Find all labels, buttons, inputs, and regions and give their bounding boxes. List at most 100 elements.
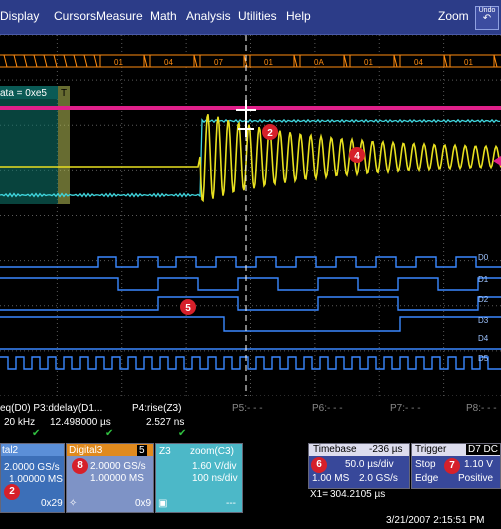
bus-value: 0A (314, 58, 324, 67)
digital2-badge: 2 (4, 484, 20, 500)
digital2-depth: 1.00000 MS (9, 474, 63, 485)
digital2-rate: 2.0000 GS/s (4, 462, 60, 473)
bus-value: 01 (364, 58, 373, 67)
digital3-tag: 5 (137, 445, 147, 456)
measure-val2: 12.498000 µs (50, 417, 111, 428)
zoom-title2: zoom(C3) (190, 446, 234, 457)
menu-help[interactable]: Help (286, 9, 311, 23)
status-bar: 3/21/2007 2:15:51 PM (0, 513, 501, 529)
bus-edge (13, 54, 18, 68)
svg-text:2: 2 (267, 128, 273, 139)
digital3-icon: ✧ (69, 498, 78, 509)
search-region (0, 86, 58, 204)
digital2-foot: 0x29 (41, 498, 63, 509)
timebase-rate: 2.0 GS/s (359, 473, 398, 484)
measure-p7[interactable]: P7:- - - (390, 403, 421, 414)
measure-row1-p4[interactable]: P4:rise(Z3) (132, 403, 181, 414)
t-marker: T (61, 88, 67, 99)
trigger-tag: D7 DC (466, 444, 501, 455)
measure-val1: 20 kHz (4, 417, 36, 428)
digital3-rate: 2.0000 GS/s (90, 461, 146, 472)
svg-text:5: 5 (185, 303, 191, 314)
zoom-icon: ▣ (158, 498, 168, 509)
cursor-x1-label: X1= (310, 489, 329, 500)
svg-text:4: 4 (354, 151, 360, 162)
zoom-tdiv: 100 ns/div (192, 473, 238, 484)
menu-measure[interactable]: Measure (96, 9, 143, 23)
bus-edge (73, 54, 78, 68)
undo-icon: ↶ (482, 13, 492, 24)
menu-zoom[interactable]: Zoom (438, 9, 469, 23)
trigger-type: Edge (415, 473, 439, 484)
measurement-panel: eq(D0) P3:ddelay(D1... P4:rise(Z3) P5:- … (0, 396, 501, 442)
marker-4-badge: 4 (349, 147, 365, 163)
bus-value: 07 (214, 58, 223, 67)
menu-bar: Display Cursors Measure Math Analysis Ut… (0, 0, 501, 35)
digital-trace (0, 256, 501, 268)
bus-edge (3, 54, 8, 68)
digital-label: D2 (478, 295, 489, 304)
bus-value: 04 (414, 58, 423, 67)
undo-button[interactable]: Undo ↶ (475, 6, 499, 30)
measure-row1-left[interactable]: eq(D0) P3:ddelay(D1... (0, 403, 102, 414)
bus-edge (53, 54, 58, 68)
bus-value: 01 (264, 58, 273, 67)
marker-5-badge: 5 (180, 299, 196, 315)
timebase-badge: 6 (311, 457, 327, 473)
trigger-title: Trigger (415, 444, 447, 455)
bus-edge (63, 54, 68, 68)
trigger-level: 1.10 V (464, 459, 493, 470)
menu-utilities[interactable]: Utilities (238, 9, 277, 23)
menu-math[interactable]: Math (150, 9, 177, 23)
bus-edge (93, 54, 98, 68)
digital3-title: Digital3 (69, 445, 103, 456)
menu-display[interactable]: Display (0, 9, 39, 23)
check-icon: ✔ (178, 428, 187, 439)
zoom-tile[interactable]: Z3 zoom(C3) 1.60 V/div 100 ns/div ▣ --- (155, 443, 243, 513)
digital-label: D3 (478, 316, 489, 325)
digital-label: D4 (478, 334, 489, 343)
trigger-tile[interactable]: Trigger D7 DC Stop 1.10 V Edge Positive … (411, 443, 501, 489)
bus-edge (43, 54, 48, 68)
measure-p6[interactable]: P6:- - - (312, 403, 343, 414)
bus-decode-row: 01 04 07 01 0A 01 04 01 (0, 54, 501, 68)
timebase-div: 50.0 µs/div (345, 459, 394, 470)
digital-label: D0 (478, 253, 489, 262)
digital3-badge: 8 (72, 458, 88, 474)
graticule (0, 35, 501, 396)
trigger-slope: Positive (458, 473, 494, 484)
timebase-title: Timebase (313, 444, 357, 455)
cursor-x1-value: 304.2105 µs (330, 489, 386, 500)
marker-2-badge: 2 (262, 124, 278, 140)
bus-value: 04 (164, 58, 173, 67)
menu-analysis[interactable]: Analysis (186, 9, 231, 23)
digital-traces (0, 256, 501, 370)
timebase-depth: 1.00 MS (312, 473, 350, 484)
zoom-foot: --- (226, 498, 236, 509)
digital2-tile[interactable]: tal2 2.0000 GS/s 1.00000 MS 0x29 2 (0, 443, 65, 513)
digital-label: D1 (478, 275, 489, 284)
digital3-foot: 0x9 (135, 498, 152, 509)
digital2-title: tal2 (2, 445, 19, 456)
measure-p5[interactable]: P5:- - - (232, 403, 263, 414)
trigger-region (58, 86, 70, 204)
digital3-depth: 1.00000 MS (90, 473, 144, 484)
menu-cursors[interactable]: Cursors (54, 9, 96, 23)
datetime: 3/21/2007 2:15:51 PM (386, 515, 485, 526)
waveform-display[interactable]: 01 04 07 01 0A 01 04 01 ata = 0xe5 T D0 D1 D2 D3 D4… (0, 35, 501, 396)
digital-label: D5 (478, 354, 489, 363)
bus-edge (23, 54, 28, 68)
digital3-tile[interactable]: Digital3 5 2.0000 GS/s 1.00000 MS ✧ 0x9 … (66, 443, 154, 513)
zoom-title: Z3 (159, 446, 171, 457)
measure-val3: 2.527 ns (146, 417, 185, 428)
bus-edge (83, 54, 88, 68)
timebase-offset: -236 µs (369, 444, 403, 455)
trigger-data-label: ata = 0xe5 (0, 88, 47, 99)
trigger-mode: Stop (415, 459, 436, 470)
bus-edge (33, 54, 38, 68)
bus-value: 01 (114, 58, 123, 67)
trigger-badge: 7 (444, 458, 460, 474)
measure-p8[interactable]: P8:- - - (466, 403, 497, 414)
timebase-tile[interactable]: Timebase -236 µs 50.0 µs/div 1.00 MS 2.0… (308, 443, 410, 489)
check-icon: ✔ (105, 428, 114, 439)
